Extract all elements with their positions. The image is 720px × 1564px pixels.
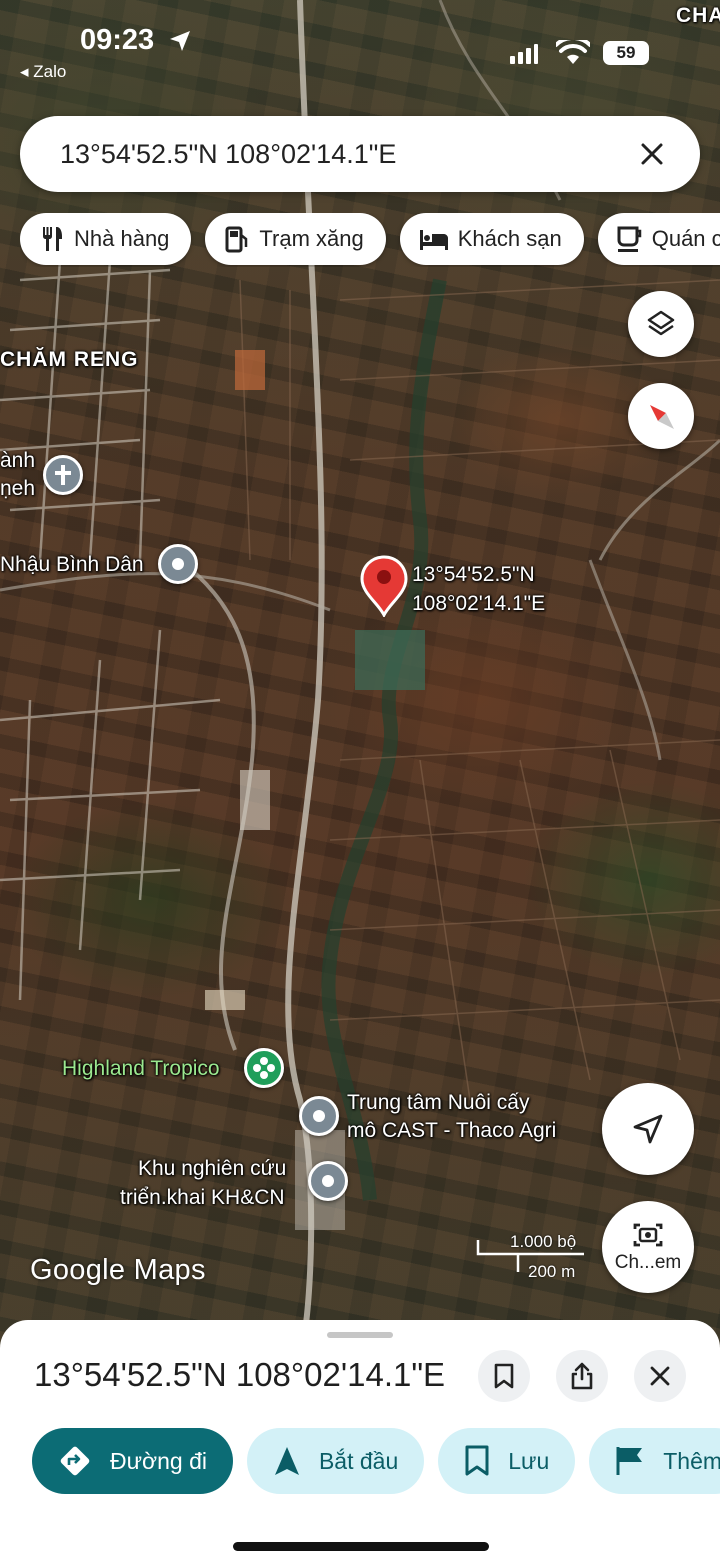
map-label-church-1: ành [0,449,36,472]
pin-label-lng: 108°02'14.1"E [412,592,546,615]
church-poi-icon[interactable] [43,455,83,495]
home-indicator [233,1542,489,1551]
close-icon [650,1366,670,1386]
share-icon [571,1362,593,1390]
map-label-church-2: ṇeh [0,477,36,500]
street-view-label: Ch...em [614,1252,682,1273]
google-maps-logo: Google Maps [30,1254,206,1286]
map-label-area: CHĂM RENG [0,348,139,371]
map-label-highland: Highland Tropico [62,1057,220,1080]
cast-poi-icon[interactable] [299,1096,339,1136]
bookmark-icon [494,1363,514,1389]
map-label-corner: CHA [676,4,720,27]
search-query[interactable]: 13°54'52.5"N 108°02'14.1"E [60,139,632,170]
chip-label: Trạm xăng [259,226,364,251]
chip-hotel[interactable]: Khách sạn [399,213,584,265]
map-label-bar: Nhậu Bình Dân [0,553,144,576]
chip-label: Quán c [651,226,720,251]
sheet-grabber[interactable] [327,1332,393,1338]
chip-restaurant[interactable]: Nhà hàng [20,213,192,265]
compass-icon [650,405,674,429]
gas-station-icon [225,226,248,253]
save-label: Lưu [508,1447,550,1474]
share-button[interactable] [556,1350,608,1402]
category-chips: Nhà hàng Trạm xăng Khách sạn Quán c [20,213,720,267]
scale-imperial: 1.000 bộ [510,1232,577,1251]
battery-indicator: 59 [603,41,649,65]
close-sheet-button[interactable] [634,1350,686,1402]
start-button[interactable]: Bắt đầu [246,1428,425,1494]
dropped-pin-icon[interactable] [360,555,408,622]
bookmark-icon [465,1445,489,1476]
flower-poi-icon[interactable] [244,1048,284,1088]
more-label: Thêm [663,1447,720,1474]
flag-icon [616,1447,643,1475]
directions-icon [60,1446,90,1476]
action-buttons: Đường đi Bắt đầu Lưu Thêm [32,1428,720,1498]
map-label-research-2: triển.khai KH&CN [120,1186,285,1209]
search-bar[interactable]: 13°54'52.5"N 108°02'14.1"E [20,116,700,192]
compass-button[interactable] [628,383,694,449]
location-arrow-icon [170,31,190,51]
back-to-app-link[interactable]: ◂ Zalo [20,62,66,82]
start-label: Bắt đầu [318,1447,399,1474]
layers-button[interactable] [628,291,694,357]
directions-label: Đường đi [110,1447,207,1474]
directions-button[interactable]: Đường đi [32,1428,233,1494]
chip-cafe[interactable]: Quán c [597,213,720,265]
scale-metric: 200 m [528,1262,576,1281]
place-title: 13°54'52.5"N 108°02'14.1"E [34,1356,446,1393]
bar-poi-icon[interactable] [158,544,198,584]
chip-label: Nhà hàng [74,226,170,251]
map-label-cast-2: mô CAST - Thaco Agri [347,1119,557,1142]
street-view-button[interactable]: Ch...em [602,1201,694,1293]
restaurant-icon [43,227,62,251]
status-time: 09:23 [80,24,155,56]
save-action-button[interactable]: Lưu [438,1428,576,1494]
my-location-button[interactable] [602,1083,694,1175]
wifi-icon [556,40,590,64]
more-button[interactable]: Thêm [589,1428,720,1494]
map-label-research-1: Khu nghiên cứu [138,1157,287,1180]
cafe-icon [617,226,641,252]
camera-icon [633,1223,663,1247]
layers-icon [647,310,675,336]
close-icon[interactable] [632,134,672,174]
pin-label-lat: 13°54'52.5"N [412,563,535,586]
save-button[interactable] [478,1350,530,1402]
navigation-arrow-icon [274,1447,299,1475]
chip-gas-station[interactable]: Trạm xăng [205,213,386,265]
research-poi-icon[interactable] [308,1161,348,1201]
navigation-arrow-icon [633,1114,663,1144]
place-bottom-sheet[interactable]: 13°54'52.5"N 108°02'14.1"E Đường đi Bắt … [0,1320,720,1564]
chip-label: Khách sạn [457,226,562,251]
map-label-cast-1: Trung tâm Nuôi cấy [347,1091,530,1114]
cellular-icon [510,44,538,64]
hotel-icon [419,230,448,250]
